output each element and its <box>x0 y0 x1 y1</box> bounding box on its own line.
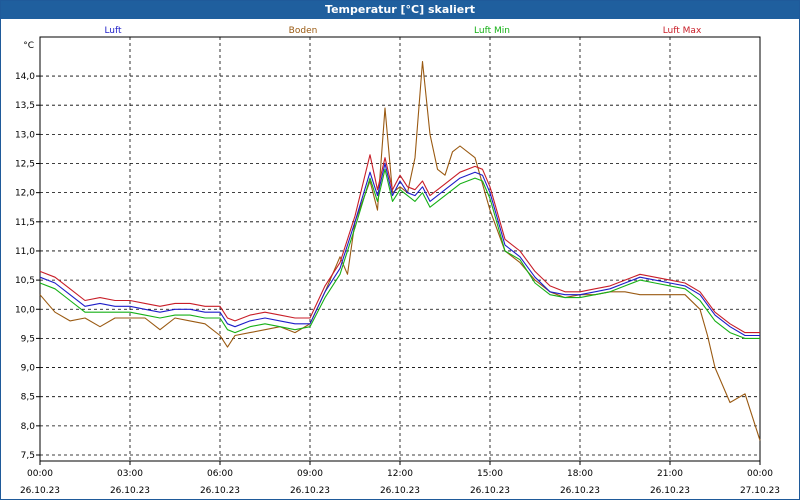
y-tick-label: 13,0 <box>15 130 35 140</box>
x-tick-time-label: 15:00 <box>477 469 503 479</box>
x-tick-date-label: 26.10.23 <box>560 486 600 496</box>
x-tick-time-label: 06:00 <box>207 469 233 479</box>
legend: Luft Boden Luft Min Luft Max <box>104 26 702 36</box>
legend-luft: Luft <box>104 26 122 36</box>
y-tick-label: 11,0 <box>15 247 35 257</box>
x-tick-date-label: 26.10.23 <box>110 486 150 496</box>
x-tick-date-label: 26.10.23 <box>470 486 510 496</box>
y-tick-label: 8,5 <box>21 393 35 403</box>
x-tick-time-label: 03:00 <box>117 469 143 479</box>
x-tick-date-label: 26.10.23 <box>650 486 690 496</box>
x-tick-time-label: 00:00 <box>27 469 53 479</box>
x-tick-date-label: 26.10.23 <box>380 486 420 496</box>
y-tick-label: 14,0 <box>15 72 35 82</box>
y-axis-ticks: 7,5 8,0 8,5 9,0 9,5 10,0 10,5 11,0 11,5 12,0 12,5 1… <box>15 72 40 461</box>
y-tick-label: 13,5 <box>15 101 35 111</box>
x-tick-time-label: 21:00 <box>657 469 683 479</box>
x-tick-date-label: 26.10.23 <box>290 486 330 496</box>
y-tick-label: 7,5 <box>21 451 35 461</box>
x-axis-ticks: 00:00 26.10.23 03:00 26.10.23 06:00 26.10.23 0… <box>20 461 780 496</box>
y-tick-label: 10,0 <box>15 305 35 315</box>
temperature-chart: 7,5 8,0 8,5 9,0 9,5 10,0 10,5 11,0 11,5 12,0 12,5 1… <box>15 26 780 496</box>
x-tick-date-label: 26.10.23 <box>200 486 240 496</box>
y-tick-label: 12,0 <box>15 189 35 199</box>
legend-boden: Boden <box>289 26 318 36</box>
legend-luft-max: Luft Max <box>663 26 702 36</box>
y-tick-label: 11,5 <box>15 218 35 228</box>
y-tick-label: 8,0 <box>21 422 36 432</box>
y-tick-label: 9,5 <box>21 334 35 344</box>
x-tick-time-label: 00:00 <box>747 469 773 479</box>
y-tick-label: 9,0 <box>21 364 36 374</box>
x-tick-time-label: 18:00 <box>567 469 593 479</box>
y-axis-unit-label: °C <box>23 41 34 51</box>
x-tick-time-label: 12:00 <box>387 469 413 479</box>
y-tick-label: 12,5 <box>15 160 35 170</box>
x-tick-time-label: 09:00 <box>297 469 323 479</box>
legend-luft-min: Luft Min <box>474 26 510 36</box>
x-tick-date-label: 27.10.23 <box>740 486 780 496</box>
x-tick-date-label: 26.10.23 <box>20 486 60 496</box>
y-tick-label: 10,5 <box>15 276 35 286</box>
